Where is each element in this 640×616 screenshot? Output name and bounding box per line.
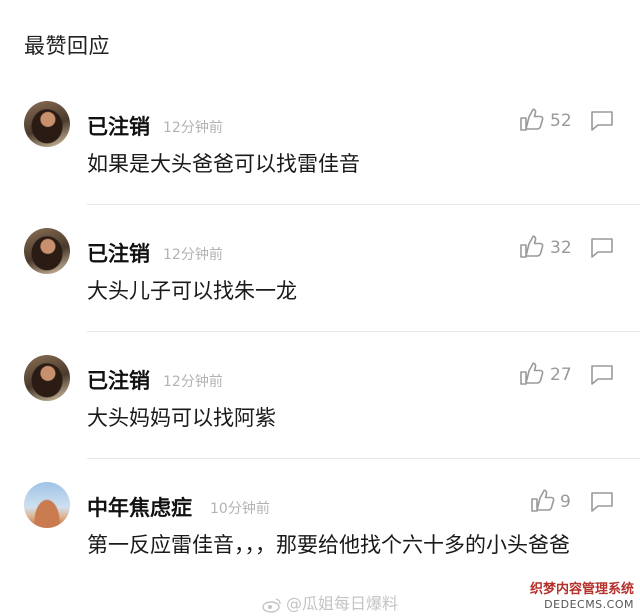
like-count: 52: [550, 111, 572, 131]
comment-text: 大头妈妈可以找阿紫: [87, 406, 276, 430]
like-count: 9: [560, 492, 571, 512]
comment-time: 12分钟前: [163, 120, 223, 136]
weibo-logo-icon: [262, 597, 281, 613]
divider: [87, 458, 640, 459]
avatar[interactable]: [24, 482, 70, 528]
site-badge: 织梦内容管理系统 DEDECMS.COM: [528, 576, 640, 616]
avatar[interactable]: [24, 355, 70, 401]
comment-time: 12分钟前: [163, 374, 223, 390]
comment-time: 10分钟前: [210, 501, 270, 517]
comment-author[interactable]: 已注销: [87, 365, 150, 395]
comment-author[interactable]: 已注销: [87, 111, 150, 141]
comment-text: 第一反应雷佳音，，，那要给他找个六十多的小头爸爸: [87, 533, 570, 557]
section-title: 最赞回应: [24, 34, 110, 58]
like-count: 27: [550, 365, 572, 385]
divider: [87, 331, 640, 332]
comment-text: 大头儿子可以找朱一龙: [87, 279, 297, 303]
site-badge-url: DEDECMS.COM: [544, 598, 634, 611]
avatar[interactable]: [24, 101, 70, 147]
comment-bubble-icon[interactable]: [590, 110, 614, 132]
thumbs-up-icon[interactable]: [530, 489, 556, 513]
thumbs-up-icon[interactable]: [519, 108, 545, 132]
watermark: @瓜姐每日爆料: [262, 590, 398, 614]
watermark-text: @瓜姐每日爆料: [286, 594, 399, 613]
comment-bubble-icon[interactable]: [590, 491, 614, 513]
comment-author[interactable]: 中年焦虑症: [87, 492, 192, 522]
divider: [87, 204, 640, 205]
like-count: 32: [550, 238, 572, 258]
site-badge-title: 织梦内容管理系统: [529, 582, 634, 597]
comment-bubble-icon[interactable]: [590, 237, 614, 259]
avatar[interactable]: [24, 228, 70, 274]
comment-bubble-icon[interactable]: [590, 364, 614, 386]
thumbs-up-icon[interactable]: [519, 235, 545, 259]
comment-time: 12分钟前: [163, 247, 223, 263]
comment-text: 如果是大头爸爸可以找雷佳音: [87, 152, 360, 176]
comment-author[interactable]: 已注销: [87, 238, 150, 268]
thumbs-up-icon[interactable]: [519, 362, 545, 386]
